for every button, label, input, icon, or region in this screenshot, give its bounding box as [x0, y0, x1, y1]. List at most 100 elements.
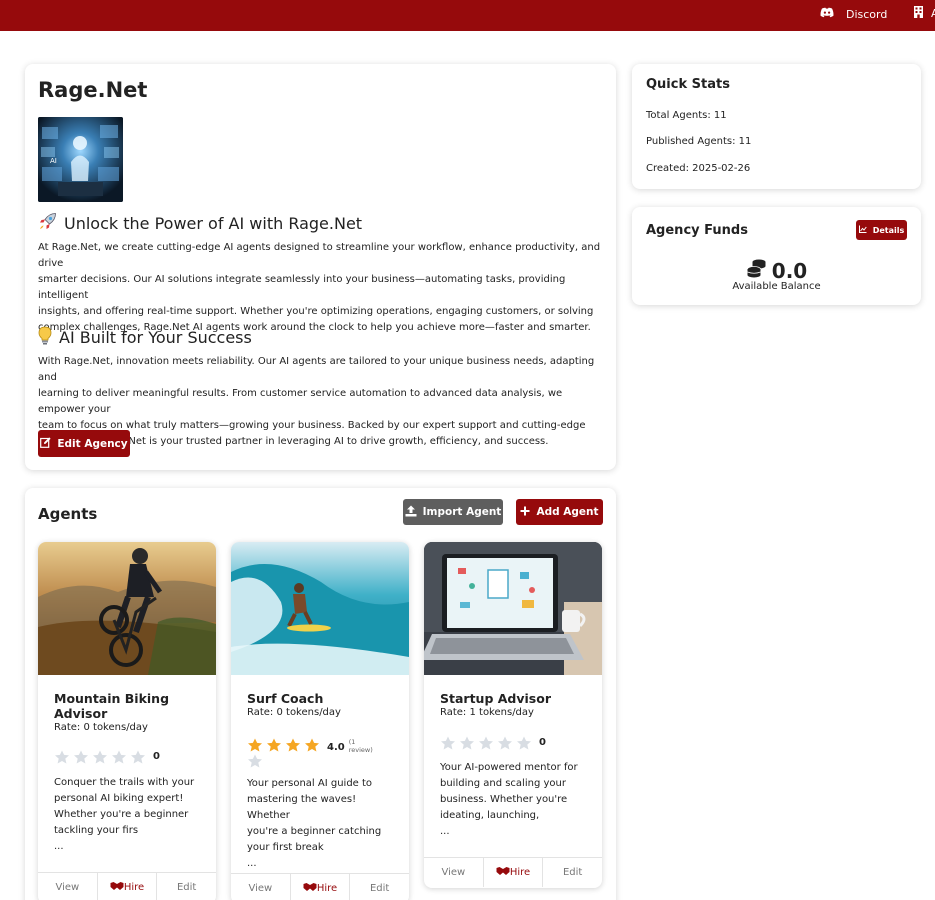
rating-value: 0 [539, 737, 546, 748]
published-agents-stat: Published Agents: 11 [646, 136, 752, 147]
agency-logo-image: AI [38, 117, 123, 202]
discord-link[interactable]: Discord [820, 7, 887, 21]
hire-label: Hire [123, 882, 145, 893]
agent-image-surf-coach [231, 542, 409, 675]
hire-button[interactable]: Hire [291, 874, 351, 900]
agency-funds-title: Agency Funds [646, 223, 748, 238]
section2-heading: AI Built for Your Success [38, 326, 252, 349]
agent-name-line: Startup Advisor [440, 691, 551, 706]
agent-name: Surf Coach [247, 691, 397, 706]
agent-rate: Rate: 0 tokens/day [54, 722, 148, 733]
rating-value: 0 [153, 751, 160, 762]
star-filled-icon [248, 738, 262, 752]
agent-image-startup-advisor [424, 542, 602, 675]
star-empty-icon [460, 736, 474, 750]
text-line: insights, and offering real-time support… [38, 306, 594, 317]
quick-stats-title: Quick Stats [646, 77, 730, 92]
hire-label: Hire [316, 883, 338, 894]
review-count: (1 review) [348, 738, 373, 754]
text-line: ... [54, 841, 64, 852]
upload-icon [405, 505, 417, 520]
import-agent-button[interactable]: Import Agent [403, 499, 503, 525]
agent-rating: 4.0 (1 review) [247, 738, 397, 768]
edit-agency-button[interactable]: Edit Agency [38, 430, 130, 457]
agent-name: Mountain Biking Advisor [54, 691, 204, 721]
agent-rate: Rate: 0 tokens/day [247, 707, 341, 718]
total-agents-stat: Total Agents: 11 [646, 110, 727, 121]
edit-button[interactable]: Edit [543, 858, 602, 887]
quick-stats-card: Quick Stats Total Agents: 11 Published A… [632, 64, 921, 189]
star-empty-icon [112, 750, 126, 764]
text-line: Whether you're a beginner [54, 809, 189, 820]
star-empty-icon [479, 736, 493, 750]
star-filled-icon [286, 738, 300, 752]
view-button[interactable]: View [424, 858, 484, 887]
star-empty-icon [498, 736, 512, 750]
star-empty-icon [517, 736, 531, 750]
section1-title: Unlock the Power of AI with Rage.Net [64, 214, 363, 233]
agent-description: Conquer the trails with your personal AI… [54, 775, 204, 855]
agents-card: Agents Import Agent Add Agent Mountain B… [25, 488, 616, 900]
hire-button[interactable]: Hire [98, 873, 158, 900]
text-line: smarter decisions. Our AI solutions inte… [38, 274, 566, 301]
text-line: mastering the waves! Whether [247, 794, 357, 821]
agent-actions: View Hire Edit [424, 857, 602, 887]
text-line: business. Whether you're [440, 794, 568, 805]
agent-card-startup-advisor[interactable]: Startup Advisor Rate: 1 tokens/day 0 You… [424, 542, 602, 888]
agent-rating: 0 [54, 750, 204, 764]
agent-description: Your personal AI guide to mastering the … [247, 776, 397, 872]
star-empty-icon [55, 750, 69, 764]
edit-button[interactable]: Edit [157, 873, 216, 900]
view-button[interactable]: View [231, 874, 291, 900]
add-agent-label: Add Agent [536, 506, 599, 518]
rocket-icon [38, 212, 57, 235]
text-line: Conquer the trails with your [54, 777, 195, 788]
agent-name: Startup Advisor [440, 691, 590, 706]
text-line: learning to deliver meaningful results. … [38, 388, 563, 415]
section1-paragraph: At Rage.Net, we create cutting-edge AI a… [38, 240, 608, 336]
agent-description: Your AI-powered mentor for building and … [440, 760, 590, 840]
agent-actions: View Hire Edit [231, 873, 409, 900]
lightbulb-icon [38, 326, 52, 349]
text-line: personal AI biking expert! [54, 793, 184, 804]
available-balance-label: Available Balance [732, 281, 821, 292]
discord-label: Discord [846, 7, 888, 21]
agent-card-mountain-biking[interactable]: Mountain Biking Advisor Rate: 0 tokens/d… [38, 542, 216, 900]
plus-icon [520, 506, 530, 519]
agent-name-line: Advisor [54, 706, 108, 721]
created-date-stat: Created: 2025-02-26 [646, 163, 751, 174]
star-filled-icon [305, 738, 319, 752]
agency-link[interactable]: A [914, 6, 935, 21]
edit-agency-label: Edit Agency [57, 437, 128, 450]
view-button[interactable]: View [38, 873, 98, 900]
discord-icon [820, 7, 834, 21]
import-agent-label: Import Agent [422, 506, 502, 518]
text-line: ideating, launching, [440, 810, 540, 821]
rating-value: 4.0 [327, 742, 345, 753]
chart-icon [858, 225, 867, 235]
agent-card-surf-coach[interactable]: Surf Coach Rate: 0 tokens/day 4.0 (1 revi… [231, 542, 409, 900]
text-line: Your AI-powered mentor for [440, 762, 578, 773]
agent-name-line: Mountain Biking [54, 691, 170, 706]
details-button[interactable]: Details [856, 220, 907, 240]
handshake-icon [110, 881, 124, 894]
star-empty-icon [441, 736, 455, 750]
star-empty-icon [248, 754, 262, 768]
hire-label: Hire [509, 867, 531, 878]
top-navbar: Discord A [0, 0, 935, 31]
funds-amount: 0.0 [771, 259, 808, 283]
text-line: ... [440, 826, 450, 837]
star-empty-icon [74, 750, 88, 764]
section1-heading: Unlock the Power of AI with Rage.Net [38, 212, 362, 235]
agency-title: Rage.Net [38, 78, 148, 102]
text-line: building and scaling your [440, 778, 566, 789]
edit-button[interactable]: Edit [350, 874, 409, 900]
agent-rate: Rate: 1 tokens/day [440, 707, 534, 718]
handshake-icon [496, 866, 510, 879]
agents-title: Agents [38, 505, 98, 523]
text-line: you're a beginner catching [247, 826, 382, 837]
text-line: With Rage.Net, innovation meets reliabil… [38, 356, 595, 383]
text-line: Your personal AI guide to [247, 778, 373, 789]
add-agent-button[interactable]: Add Agent [516, 499, 603, 525]
hire-button[interactable]: Hire [484, 858, 544, 887]
